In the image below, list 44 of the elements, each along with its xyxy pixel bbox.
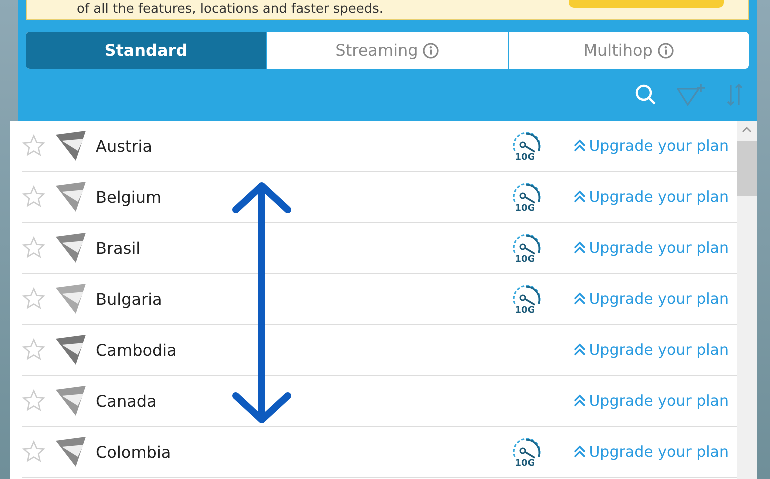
- star-icon[interactable]: [22, 185, 46, 209]
- double-chevron-up-icon: [573, 241, 588, 255]
- flag-icon: [54, 282, 88, 316]
- flag-icon: [54, 129, 88, 163]
- flag-icon: [54, 384, 88, 418]
- flag-icon: [54, 435, 88, 469]
- scrollbar-thumb[interactable]: [737, 141, 757, 196]
- banner-text: of all the features, locations and faster speeds.: [77, 3, 384, 16]
- country-name: Colombia: [96, 442, 172, 462]
- upgrade-link[interactable]: Upgrade your plan: [573, 290, 729, 308]
- upgrade-link[interactable]: Upgrade your plan: [573, 239, 729, 257]
- double-chevron-up-icon: [573, 292, 588, 306]
- double-chevron-up-icon: [573, 445, 588, 459]
- upgrade-link[interactable]: Upgrade your plan: [573, 341, 729, 359]
- upgrade-link[interactable]: Upgrade your plan: [573, 392, 729, 410]
- flag-icon: [54, 180, 88, 214]
- scrollbar[interactable]: [737, 121, 757, 479]
- star-icon[interactable]: [22, 389, 46, 413]
- double-chevron-up-icon: [573, 139, 588, 153]
- country-name: Bulgaria: [96, 290, 164, 308]
- country-name: Canada: [96, 392, 158, 410]
- double-chevron-up-icon: [573, 394, 588, 408]
- tab[interactable]: Standard: [26, 32, 266, 69]
- sort-icon[interactable]: [727, 83, 743, 107]
- star-icon[interactable]: [22, 134, 46, 158]
- flag-icon: [54, 231, 88, 265]
- upgrade-button[interactable]: [569, 0, 724, 8]
- upgrade-link[interactable]: Upgrade your plan: [573, 188, 729, 206]
- double-chevron-up-icon: [573, 343, 588, 357]
- search-icon[interactable]: [635, 84, 657, 106]
- country-name: Belgium: [96, 188, 163, 206]
- upgrade-link[interactable]: Upgrade your plan: [573, 137, 729, 155]
- double-chevron-up-icon: [573, 190, 588, 204]
- flag-icon: [54, 333, 88, 367]
- star-icon[interactable]: [22, 236, 46, 260]
- star-icon[interactable]: [22, 338, 46, 362]
- country-name: Cambodia: [96, 340, 178, 360]
- upgrade-link[interactable]: Upgrade your plan: [573, 443, 729, 461]
- tab[interactable]: Multihop: [508, 32, 749, 69]
- filter-add-icon[interactable]: [677, 83, 707, 107]
- country-name: Brasil: [96, 238, 142, 258]
- star-icon[interactable]: [22, 440, 46, 464]
- country-name: Austria: [96, 136, 154, 156]
- star-icon[interactable]: [22, 287, 46, 311]
